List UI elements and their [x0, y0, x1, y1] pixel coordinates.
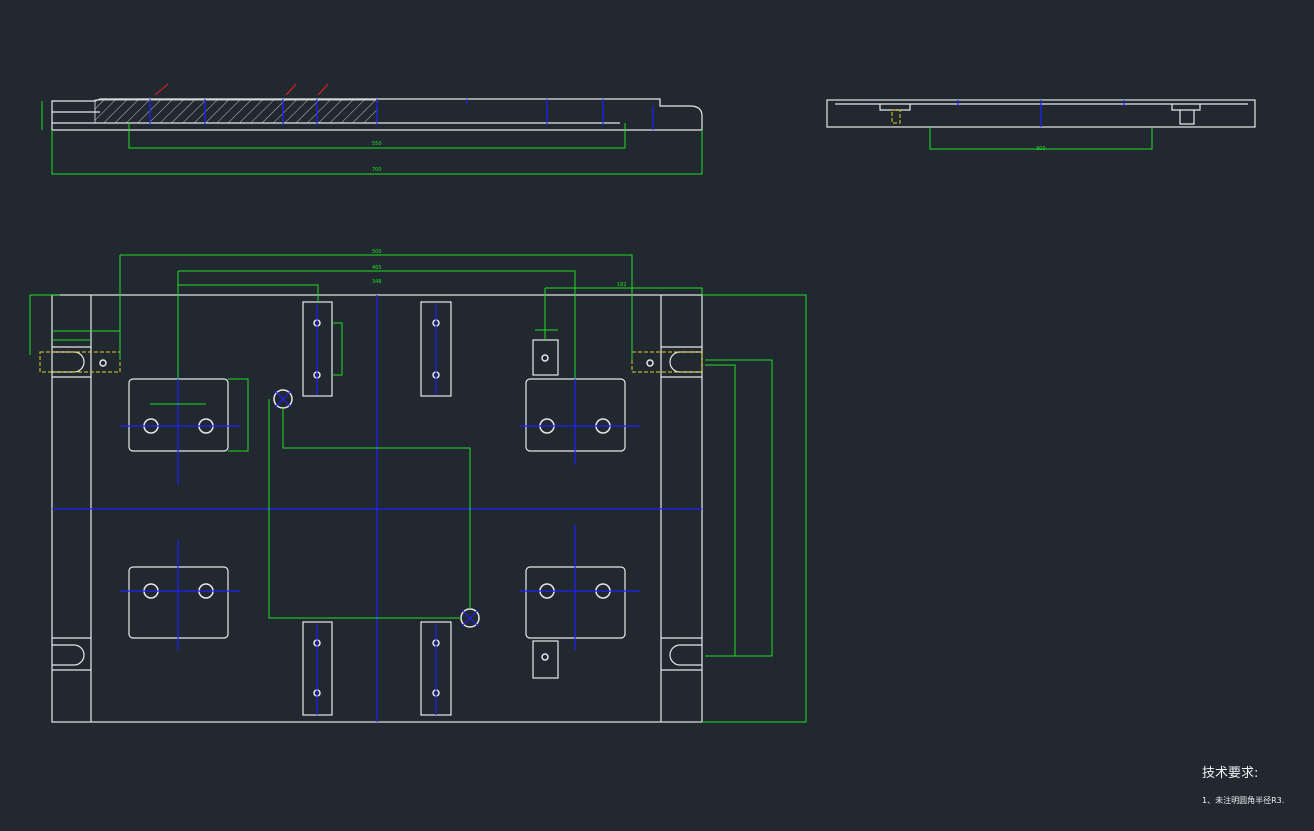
cad-drawing: 500 465 348 182 550 700 300 技术要求: 1、未注明圆角半径R3…	[0, 0, 1314, 831]
svg-text:700: 700	[372, 167, 382, 173]
svg-text:348: 348	[372, 279, 382, 285]
drawing-canvas: 500 465 348 182 550 700 300	[29, 83, 1256, 723]
dimensions: 500 465 348 182 550 700 300	[29, 141, 1046, 723]
svg-text:500: 500	[372, 249, 382, 255]
front-section-view	[41, 83, 703, 175]
svg-text:182: 182	[617, 282, 627, 288]
side-view	[826, 99, 1256, 150]
svg-text:300: 300	[1036, 146, 1046, 152]
plan-view: 500 465 348 182 550 700 300	[29, 141, 1046, 723]
notes-title: 技术要求:	[1202, 766, 1259, 781]
technical-requirements: 技术要求: 1、未注明圆角半径R3.	[1202, 762, 1284, 806]
note-item: 1、未注明圆角半径R3.	[1202, 796, 1285, 805]
svg-text:550: 550	[372, 141, 382, 147]
svg-text:465: 465	[372, 265, 382, 271]
